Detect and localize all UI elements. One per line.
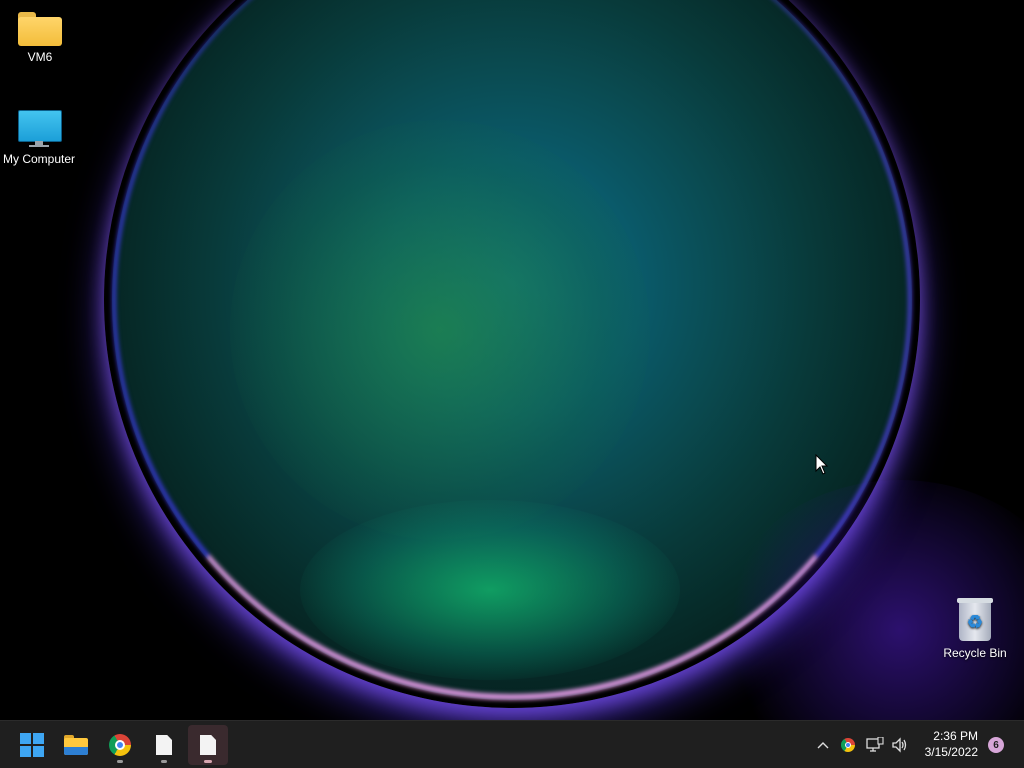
- tray-chrome-button[interactable]: [839, 733, 857, 757]
- document-icon: [200, 735, 216, 755]
- taskbar-file-explorer-button[interactable]: [56, 725, 96, 765]
- desktop-icon-label: Recycle Bin: [943, 646, 1007, 660]
- start-button[interactable]: [12, 725, 52, 765]
- network-status-button[interactable]: [865, 733, 885, 757]
- show-hidden-icons-button[interactable]: [814, 733, 832, 757]
- desktop-icon-vm6[interactable]: VM6: [0, 12, 80, 64]
- chevron-up-icon: [817, 742, 829, 749]
- folder-icon: [18, 12, 62, 46]
- desktop-icon-label: My Computer: [2, 152, 76, 166]
- recycle-bin-icon: ♻: [957, 598, 993, 642]
- running-indicator: [117, 760, 123, 763]
- desktop-icon-label: VM6: [27, 50, 53, 64]
- chrome-icon: [109, 734, 131, 756]
- running-indicator: [204, 760, 212, 763]
- taskbar-document-active-button[interactable]: [188, 725, 228, 765]
- network-icon: [866, 737, 884, 752]
- desktop-icon-recycle-bin[interactable]: ♻ Recycle Bin: [935, 598, 1015, 660]
- desktop-icon-my-computer[interactable]: My Computer: [0, 108, 79, 166]
- windows-logo-icon: [20, 733, 44, 757]
- folder-icon: [64, 735, 88, 755]
- taskbar-chrome-button[interactable]: [100, 725, 140, 765]
- volume-icon: [892, 737, 907, 753]
- taskbar: 2:36 PM 3/15/2022 6: [0, 720, 1024, 768]
- clock-time: 2:36 PM: [933, 729, 978, 743]
- desktop-wallpaper: VM6 My Computer ♻ Recycle Bin: [0, 0, 1024, 720]
- monitor-icon: [17, 108, 62, 148]
- mouse-cursor-icon: [815, 454, 829, 475]
- notification-badge[interactable]: 6: [988, 737, 1004, 753]
- taskbar-document-button[interactable]: [144, 725, 184, 765]
- clock[interactable]: 2:36 PM 3/15/2022: [925, 728, 978, 760]
- clock-date: 3/15/2022: [924, 745, 978, 759]
- document-icon: [156, 735, 172, 755]
- running-indicator: [161, 760, 167, 763]
- volume-button[interactable]: [890, 733, 910, 757]
- chrome-icon: [841, 738, 855, 752]
